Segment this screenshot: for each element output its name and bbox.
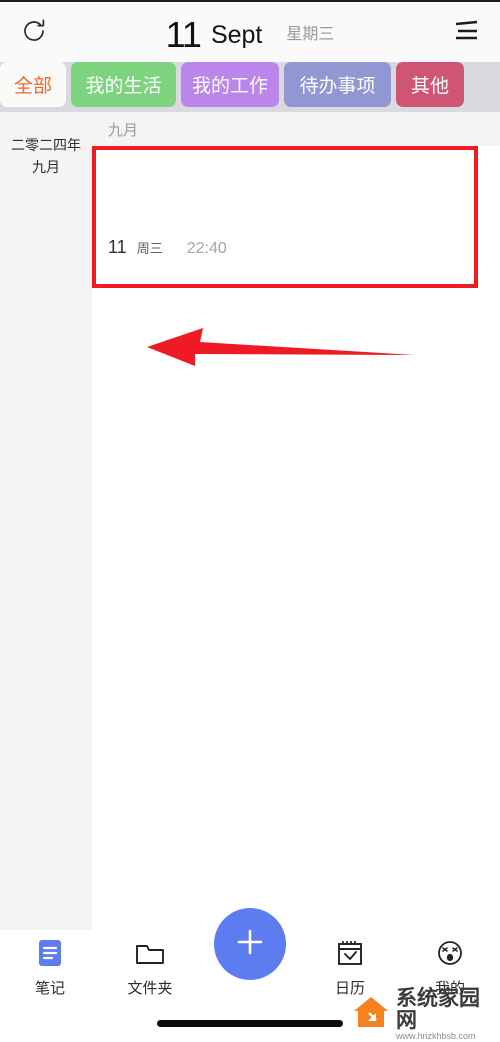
- note-day-number: 11: [108, 237, 127, 257]
- home-indicator: [157, 1020, 343, 1027]
- plus-icon: [232, 924, 268, 965]
- sidebar-month-label: 九月: [32, 158, 60, 175]
- chip-other[interactable]: 其他: [396, 62, 464, 107]
- month-section-header: 九月: [92, 112, 500, 146]
- folder-icon: [135, 938, 165, 968]
- category-chip-bar: 全部 我的生活 我的工作 待办事项 其他: [0, 62, 500, 112]
- nav-item-notes[interactable]: 笔记: [0, 930, 100, 998]
- chip-todo[interactable]: 待办事项: [284, 62, 391, 107]
- nav-item-folder[interactable]: 文件夹: [100, 930, 200, 998]
- header-month-label: Sept: [210, 20, 263, 49]
- watermark-title: 系统家园网: [396, 987, 480, 1033]
- notes-list: 九月 11 周三 22:40: [92, 112, 500, 930]
- watermark-url: www.hnzkhbsb.com: [396, 1031, 476, 1042]
- nav-label-folder: 文件夹: [127, 980, 173, 997]
- chip-all[interactable]: 全部: [0, 62, 66, 107]
- header-weekday-label: 星期三: [286, 26, 335, 43]
- watermark-house-logo-icon: [352, 993, 390, 1036]
- nav-label-notes: 笔记: [34, 980, 65, 997]
- notes-icon: [35, 938, 65, 968]
- calendar-icon: [335, 938, 365, 968]
- month-sidebar[interactable]: 二零二四年 九月: [0, 112, 92, 930]
- header-day-number: 11: [165, 14, 202, 55]
- annotation-arrow-left-icon: [145, 325, 415, 370]
- note-meta: 11 周三 22:40: [108, 237, 227, 258]
- note-time: 22:40: [186, 240, 227, 257]
- note-weekday: 周三: [136, 241, 163, 256]
- month-section-label: 九月: [108, 121, 139, 139]
- sidebar-month-group: 二零二四年 九月: [0, 112, 92, 178]
- app-header: 11 Sept 星期三: [0, 0, 500, 62]
- watermark-text-group: 系统家园网 www.hnzkhbsb.com: [396, 987, 500, 1042]
- watermark: 系统家园网 www.hnzkhbsb.com: [352, 987, 500, 1042]
- note-list-item[interactable]: 11 周三 22:40: [92, 146, 500, 272]
- chip-my-work[interactable]: 我的工作: [181, 62, 279, 107]
- profile-face-icon: [435, 938, 465, 968]
- header-date-title: 11 Sept 星期三: [0, 2, 500, 64]
- hamburger-menu-icon: [451, 18, 481, 49]
- add-note-fab-button[interactable]: [214, 908, 286, 980]
- menu-button[interactable]: [444, 12, 488, 54]
- sidebar-year-label: 二零二四年: [11, 137, 81, 153]
- chip-my-life[interactable]: 我的生活: [71, 62, 176, 107]
